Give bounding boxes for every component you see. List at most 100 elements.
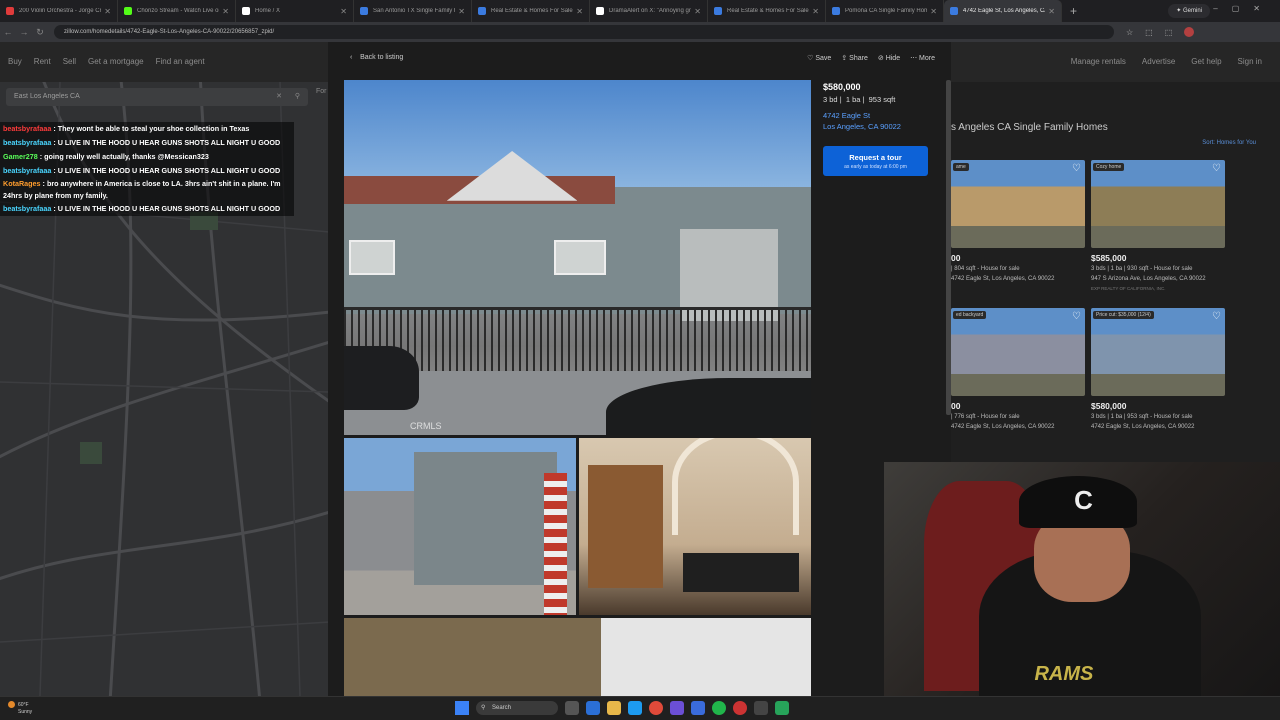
- nav-link[interactable]: Advertise: [1142, 57, 1175, 66]
- nav-link[interactable]: Sell: [63, 57, 76, 66]
- back-to-listing-button[interactable]: ‹ Back to listing: [350, 54, 403, 61]
- chat-text: bro anywhere in America is close to LA. …: [3, 179, 281, 200]
- site-nav-left: Buy Rent Sell Get a mortgage Find an agent: [8, 57, 205, 66]
- result-card-photo[interactable]: Cozy home ♡: [1091, 160, 1225, 248]
- url-field[interactable]: zillow.com/homedetails/4742-Eagle-St-Los…: [54, 25, 1114, 39]
- close-icon[interactable]: ✕: [458, 7, 465, 16]
- taskbar-search[interactable]: ⚲ Search: [476, 701, 558, 715]
- result-card-info[interactable]: 00 | 776 sqft - House for sale 4742 Eagle …: [951, 400, 1101, 432]
- nav-link[interactable]: Get help: [1191, 57, 1221, 66]
- photo-side-yard[interactable]: [344, 438, 576, 615]
- filter-button[interactable]: For: [316, 88, 327, 95]
- close-icon[interactable]: ✕: [694, 7, 701, 16]
- browser-tab[interactable]: 200 Violin Orchestra - Jorge Cr ✕: [0, 0, 118, 22]
- tab-strip: 200 Violin Orchestra - Jorge Cr ✕ Chorizo …: [0, 0, 1280, 22]
- result-card-photo[interactable]: ame ♡: [951, 160, 1085, 248]
- heart-icon[interactable]: ♡: [1072, 163, 1081, 174]
- result-card-photo[interactable]: Price cut: $35,000 (12/4) ♡: [1091, 308, 1225, 396]
- tab-title: 4742 Eagle St, Los Angeles, CA: [963, 8, 1046, 14]
- listing-address[interactable]: 4742 Eagle St Los Angeles, CA 90022: [823, 110, 901, 132]
- location-search-input[interactable]: East Los Angeles CA ✕ ⚲: [6, 88, 308, 106]
- heart-icon[interactable]: ♡: [1212, 311, 1221, 322]
- nav-link[interactable]: Manage rentals: [1071, 57, 1126, 66]
- browser-tab[interactable]: Real Estate & Homes For Sale ✕: [472, 0, 590, 22]
- close-icon[interactable]: ✕: [930, 7, 937, 16]
- request-tour-button[interactable]: Request a tour as early as today at 6:00…: [823, 146, 928, 176]
- tab-title: Home / X: [255, 8, 281, 14]
- nav-link[interactable]: Find an agent: [156, 57, 205, 66]
- sun-icon: [8, 701, 15, 708]
- main-photo[interactable]: CRMLS: [344, 80, 811, 435]
- tab-favicon: [596, 7, 604, 15]
- app-icon[interactable]: [754, 701, 768, 715]
- weather-widget[interactable]: 60°F Sunny: [8, 701, 32, 716]
- card-badge: ame: [953, 163, 969, 171]
- heart-icon[interactable]: ♡: [1212, 163, 1221, 174]
- weather-temp: 60°F: [18, 701, 29, 708]
- nav-link[interactable]: Rent: [34, 57, 51, 66]
- browser-tab[interactable]: 4742 Eagle St, Los Angeles, CA ✕: [944, 0, 1062, 22]
- close-icon[interactable]: ✕: [340, 7, 347, 16]
- action-hide-button[interactable]: ⊘ Hide: [878, 54, 900, 62]
- browser-tab[interactable]: Real Estate & Homes For Sale ✕: [708, 0, 826, 22]
- photo-window: [348, 239, 396, 276]
- action-more-button[interactable]: ⋯ More: [910, 54, 935, 62]
- card-price: $580,000: [1091, 401, 1127, 411]
- search-icon[interactable]: ⚲: [295, 88, 300, 106]
- photo-kitchen[interactable]: [579, 438, 811, 615]
- nav-link[interactable]: Sign in: [1238, 57, 1262, 66]
- tab-favicon: [124, 7, 132, 15]
- action-share-button[interactable]: ⇪ Share: [841, 54, 868, 62]
- profile-avatar[interactable]: [1184, 27, 1195, 37]
- app-icon[interactable]: [670, 701, 684, 715]
- tab-title: Real Estate & Homes For Sale: [727, 8, 809, 14]
- chat-username: beatsbyrafaaa: [3, 138, 52, 147]
- window-controls[interactable]: –▢✕: [1213, 4, 1274, 13]
- clear-icon[interactable]: ✕: [276, 88, 282, 106]
- close-icon[interactable]: ✕: [104, 7, 111, 16]
- tab-favicon: [832, 7, 840, 15]
- forward-icon[interactable]: →: [16, 27, 32, 37]
- browser-tab[interactable]: San Antonio TX Single Family H ✕: [354, 0, 472, 22]
- edge-icon[interactable]: [628, 701, 642, 715]
- app-icon[interactable]: [586, 701, 600, 715]
- app-icon[interactable]: [775, 701, 789, 715]
- result-card-info[interactable]: $585,000 3 bds | 1 ba | 930 sqft - House …: [1091, 252, 1241, 294]
- nav-link[interactable]: Buy: [8, 57, 22, 66]
- back-icon[interactable]: ←: [0, 27, 16, 37]
- close-icon[interactable]: ✕: [812, 7, 819, 16]
- chrome-icon[interactable]: [649, 701, 663, 715]
- close-icon[interactable]: ✕: [576, 7, 583, 16]
- browser-tab[interactable]: Pomona CA Single Family Hom ✕: [826, 0, 944, 22]
- card-details: | 804 sqft - House for sale: [951, 266, 1020, 272]
- result-card-info[interactable]: $580,000 3 bds | 1 ba | 953 sqft - House …: [1091, 400, 1241, 432]
- start-icon[interactable]: [455, 701, 469, 715]
- browser-tab[interactable]: Chorizo Stream - Watch Live on ✕: [118, 0, 236, 22]
- result-card-photo[interactable]: ed backyard ♡: [951, 308, 1085, 396]
- folder-icon[interactable]: [607, 701, 621, 715]
- nav-link[interactable]: Get a mortgage: [88, 57, 144, 66]
- result-card-info[interactable]: 00 | 804 sqft - House for sale 4742 Eagle …: [951, 252, 1101, 284]
- close-icon[interactable]: ✕: [222, 7, 229, 16]
- action-save-button[interactable]: ♡ Save: [807, 54, 831, 62]
- spotify-icon[interactable]: [712, 701, 726, 715]
- app-icon[interactable]: [691, 701, 705, 715]
- heart-icon[interactable]: ♡: [1072, 311, 1081, 322]
- browser-tab[interactable]: DramaAlert on X: "Annoying gr ✕: [590, 0, 708, 22]
- gemini-button[interactable]: ✦ Gemini: [1168, 4, 1210, 18]
- chat-text: U LIVE IN THE HOOD U HEAR GUNS SHOTS ALL…: [57, 204, 281, 213]
- photo-watermark: CRMLS: [410, 421, 442, 431]
- browser-tab[interactable]: Home / X ✕: [236, 0, 354, 22]
- app-icon[interactable]: [733, 701, 747, 715]
- task-view-icon[interactable]: [565, 701, 579, 715]
- chat-message: beatsbyrafaaa : U LIVE IN THE HOOD U HEA…: [0, 136, 294, 150]
- chat-text: U LIVE IN THE HOOD U HEAR GUNS SHOTS ALL…: [57, 166, 281, 175]
- card-price: $585,000: [1091, 253, 1127, 263]
- toolbar-icons[interactable]: ☆⬚⬚: [1126, 28, 1184, 37]
- photo-interior[interactable]: [344, 618, 811, 696]
- new-tab-button[interactable]: +: [1062, 4, 1085, 18]
- chat-message: Gamer278 : going really well actually, t…: [0, 150, 294, 164]
- reload-icon[interactable]: ↻: [32, 27, 48, 38]
- close-icon[interactable]: ✕: [1048, 7, 1055, 16]
- sort-dropdown[interactable]: Sort: Homes for You: [1202, 140, 1256, 146]
